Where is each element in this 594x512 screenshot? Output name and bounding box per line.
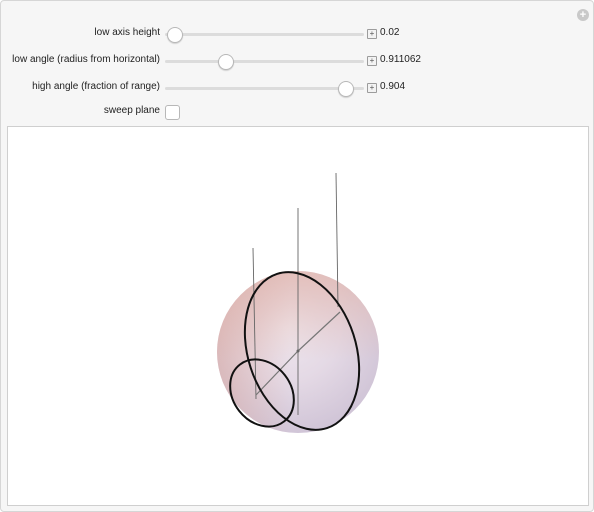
low-angle-value: 0.911062 (380, 54, 421, 65)
3d-plot-panel[interactable] (7, 126, 589, 506)
control-row-high-angle: high angle (fraction of range) + 0.904 (1, 78, 594, 98)
low-angle-slider[interactable] (165, 54, 364, 70)
low-angle-slider-thumb[interactable] (218, 54, 234, 70)
plus-square-icon[interactable]: + (367, 29, 377, 39)
high-angle-label: high angle (fraction of range) (32, 81, 160, 92)
plus-square-icon[interactable]: + (367, 56, 377, 66)
low-axis-height-slider[interactable] (165, 27, 364, 43)
center-point (296, 349, 300, 353)
high-angle-slider-thumb[interactable] (338, 81, 354, 97)
low-axis-height-slider-thumb[interactable] (167, 27, 183, 43)
low-angle-label: low angle (radius from horizontal) (12, 54, 160, 65)
plus-circle-icon[interactable]: + (577, 9, 589, 21)
control-row-low-angle: low angle (radius from horizontal) + 0.9… (1, 51, 594, 71)
low-axis-height-value: 0.02 (380, 27, 400, 38)
plus-square-icon[interactable]: + (367, 83, 377, 93)
3d-plot-canvas[interactable] (8, 127, 588, 505)
low-axis-height-label: low axis height (94, 27, 160, 38)
sweep-plane-label: sweep plane (103, 105, 160, 116)
sweep-plane-checkbox[interactable] (165, 105, 180, 120)
control-row-low-axis-height: low axis height + 0.02 (1, 24, 594, 44)
control-row-sweep-plane: sweep plane (1, 102, 594, 122)
high-angle-slider[interactable] (165, 81, 364, 97)
app-frame: + low axis height + 0.02 low angle (radi… (0, 0, 594, 512)
high-angle-value: 0.904 (380, 81, 406, 92)
